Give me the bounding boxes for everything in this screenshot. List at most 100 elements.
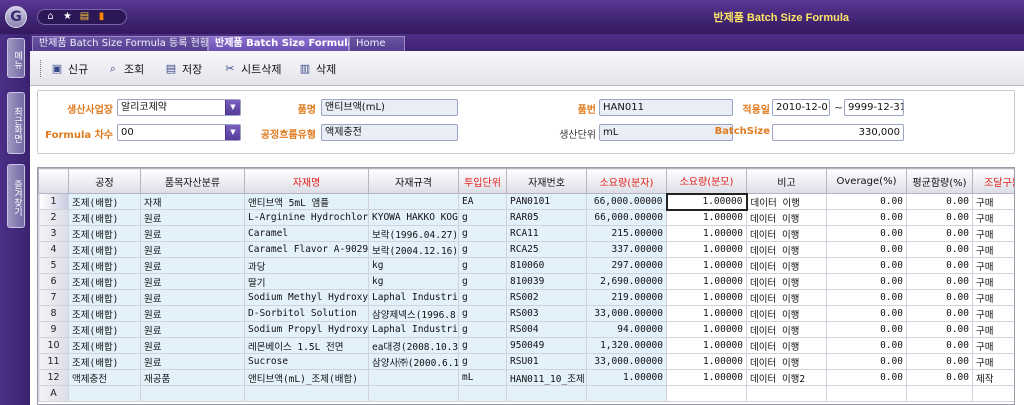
table-row[interactable]: 8 조제(배합) 원료 D-Sorbitol Solution 삼양제넥스(1996.8…	[38, 305, 1014, 322]
apply-from-field[interactable]: 2010-12-01	[772, 99, 830, 116]
grid-cell[interactable]: L-Arginine Hydrochloride	[244, 209, 369, 226]
grid-cell[interactable]: mL	[458, 369, 507, 386]
table-row[interactable]: 3 조제(배합) 원료 Caramel 보락(1996.04.27) g RCA11 215.…	[38, 225, 1014, 242]
grid-cell[interactable]: RS003	[506, 305, 587, 322]
column-header[interactable]: 공정	[68, 168, 141, 194]
grid-cell[interactable]: 원료	[140, 353, 245, 370]
table-row[interactable]: 4 조제(배합) 원료 Caramel Flavor A-9029 보락(2004.12…	[38, 241, 1014, 258]
grid-cell[interactable]: 0.00	[826, 193, 907, 210]
grid-cell[interactable]: 원료	[140, 209, 245, 226]
chevron-down-icon[interactable]: ▼	[225, 100, 240, 115]
grid-cell[interactable]: 0.00	[826, 257, 907, 274]
grid-cell[interactable]: Laphal Industries	[368, 289, 459, 306]
grid-cell[interactable]	[68, 385, 141, 402]
grid-cell[interactable]: 1.00000	[586, 369, 667, 386]
grid-cell[interactable]: 0.00	[826, 273, 907, 290]
grid-cell[interactable]: 구매	[972, 209, 1014, 226]
grid-cell[interactable]: kg	[368, 273, 459, 290]
row-header[interactable]: 7	[38, 289, 69, 306]
grid-cell[interactable]: 구매	[972, 225, 1014, 242]
grid-cell[interactable]: 레몬베이스 1.5L 전면	[244, 337, 369, 354]
grid-cell[interactable]: 0.00	[906, 193, 973, 210]
grid-cell[interactable]: 1.00000	[665, 192, 748, 211]
column-header[interactable]: Overage(%)	[826, 168, 907, 194]
row-header[interactable]: 4	[38, 241, 69, 258]
grid-cell[interactable]: 337.00000	[586, 241, 667, 258]
column-header[interactable]: 비고	[746, 168, 827, 194]
grid-cell[interactable]: 보락(2004.12.16)	[368, 241, 459, 258]
grid-cell[interactable]	[826, 385, 907, 402]
table-row[interactable]: A	[38, 385, 1014, 402]
grid-corner[interactable]	[38, 168, 69, 194]
grid-cell[interactable]	[368, 369, 459, 386]
grid-cell[interactable]: 0.00	[826, 289, 907, 306]
grid-cell[interactable]: 810039	[506, 273, 587, 290]
row-header[interactable]: 9	[38, 321, 69, 338]
grid-cell[interactable]: 0.00	[906, 273, 973, 290]
grid-cell[interactable]: 앤티브액(mL)_조제(배합)	[244, 369, 369, 386]
row-header[interactable]: 6	[38, 273, 69, 290]
row-header[interactable]: 2	[38, 209, 69, 226]
grid-cell[interactable]: 0.00	[906, 369, 973, 386]
grid-cell[interactable]: Sucrose	[244, 353, 369, 370]
grid-cell[interactable]: PAN0101	[506, 193, 587, 210]
grid-cell[interactable]: RCA11	[506, 225, 587, 242]
grid-cell[interactable]: Caramel Flavor A-9029	[244, 241, 369, 258]
grid-cell[interactable]: RS002	[506, 289, 587, 306]
grid-cell[interactable]: 1.00000	[666, 225, 747, 242]
grid-cell[interactable]: g	[458, 225, 507, 242]
formula-no-select[interactable]: 00 ▼	[117, 124, 241, 141]
grid-cell[interactable]: 원료	[140, 257, 245, 274]
grid-cell[interactable]: 215.00000	[586, 225, 667, 242]
grid-cell[interactable]	[506, 385, 587, 402]
grid-cell[interactable]: g	[458, 289, 507, 306]
grid-cell[interactable]: 1.00000	[666, 289, 747, 306]
grid-cell[interactable]: 데이터 이행	[746, 225, 827, 242]
grid-cell[interactable]: 원료	[140, 305, 245, 322]
grid-cell[interactable]: HAN011_10_조제(배	[506, 369, 587, 386]
grid-cell[interactable]: 조제(배합)	[68, 353, 141, 370]
grid-cell[interactable]: 0.00	[826, 321, 907, 338]
grid-cell[interactable]: 구매	[972, 305, 1014, 322]
grid-cell[interactable]: 구매	[972, 241, 1014, 258]
row-header[interactable]: 3	[38, 225, 69, 242]
grid-cell[interactable]: 데이터 이행	[746, 337, 827, 354]
grid-cell[interactable]: 33,000.00000	[586, 353, 667, 370]
grid-cell[interactable]: 딸기	[244, 273, 369, 290]
grid-cell[interactable]: 자재	[140, 193, 245, 210]
table-row[interactable]: 2조제(배합)원료L-Arginine HydrochlorideKYOWA H…	[38, 209, 1014, 226]
company-select[interactable]: 알리코제약 ▼	[117, 99, 241, 116]
grid-cell[interactable]: g	[458, 321, 507, 338]
table-row[interactable]: 6 조제(배합) 원료 딸기 kg g 810039 2,690.00000 1.00000 데이…	[38, 273, 1014, 290]
column-header[interactable]: 품목자산분류	[140, 168, 245, 194]
grid-cell[interactable]: 조제(배합)	[68, 273, 141, 290]
column-header[interactable]: 소요량(분모)	[666, 168, 747, 194]
grid-cell[interactable]: 950049	[506, 337, 587, 354]
grid-cell[interactable]	[972, 385, 1014, 402]
grid-cell[interactable]: 구매	[972, 321, 1014, 338]
grid-cell[interactable]: 66,000.00000	[586, 209, 667, 226]
grid-cell[interactable]: 재공품	[140, 369, 245, 386]
grid-cell[interactable]: g	[458, 209, 507, 226]
grid-cell[interactable]: 데이터 이행	[746, 305, 827, 322]
grid-cell[interactable]: 원료	[140, 321, 245, 338]
grid-cell[interactable]: 원료	[140, 273, 245, 290]
grid-cell[interactable]: 조제(배합)	[68, 321, 141, 338]
grid-cell[interactable]	[906, 385, 973, 402]
grid-cell[interactable]: g	[458, 337, 507, 354]
grid-cell[interactable]: g	[458, 305, 507, 322]
grid-cell[interactable]: Sodium Methyl Hydroxybenzo	[244, 289, 369, 306]
grid-cell[interactable]: 조제(배합)	[68, 241, 141, 258]
grid-cell[interactable]: 0.00	[906, 321, 973, 338]
new-button[interactable]: ▣ 신규	[50, 60, 88, 77]
row-header[interactable]: 1	[38, 193, 69, 210]
grid-cell[interactable]: 0.00	[906, 257, 973, 274]
column-header[interactable]: 자재번호	[506, 168, 587, 194]
grid-cell[interactable]: g	[458, 273, 507, 290]
grid-cell[interactable]: 데이터 이행	[746, 241, 827, 258]
grid-cell[interactable]: 원료	[140, 241, 245, 258]
grid-cell[interactable]: 0.00	[826, 225, 907, 242]
column-header[interactable]: 자재규격	[368, 168, 459, 194]
grid-cell[interactable]: 조제(배합)	[68, 193, 141, 210]
folder-icon[interactable]: ▤	[78, 11, 91, 23]
